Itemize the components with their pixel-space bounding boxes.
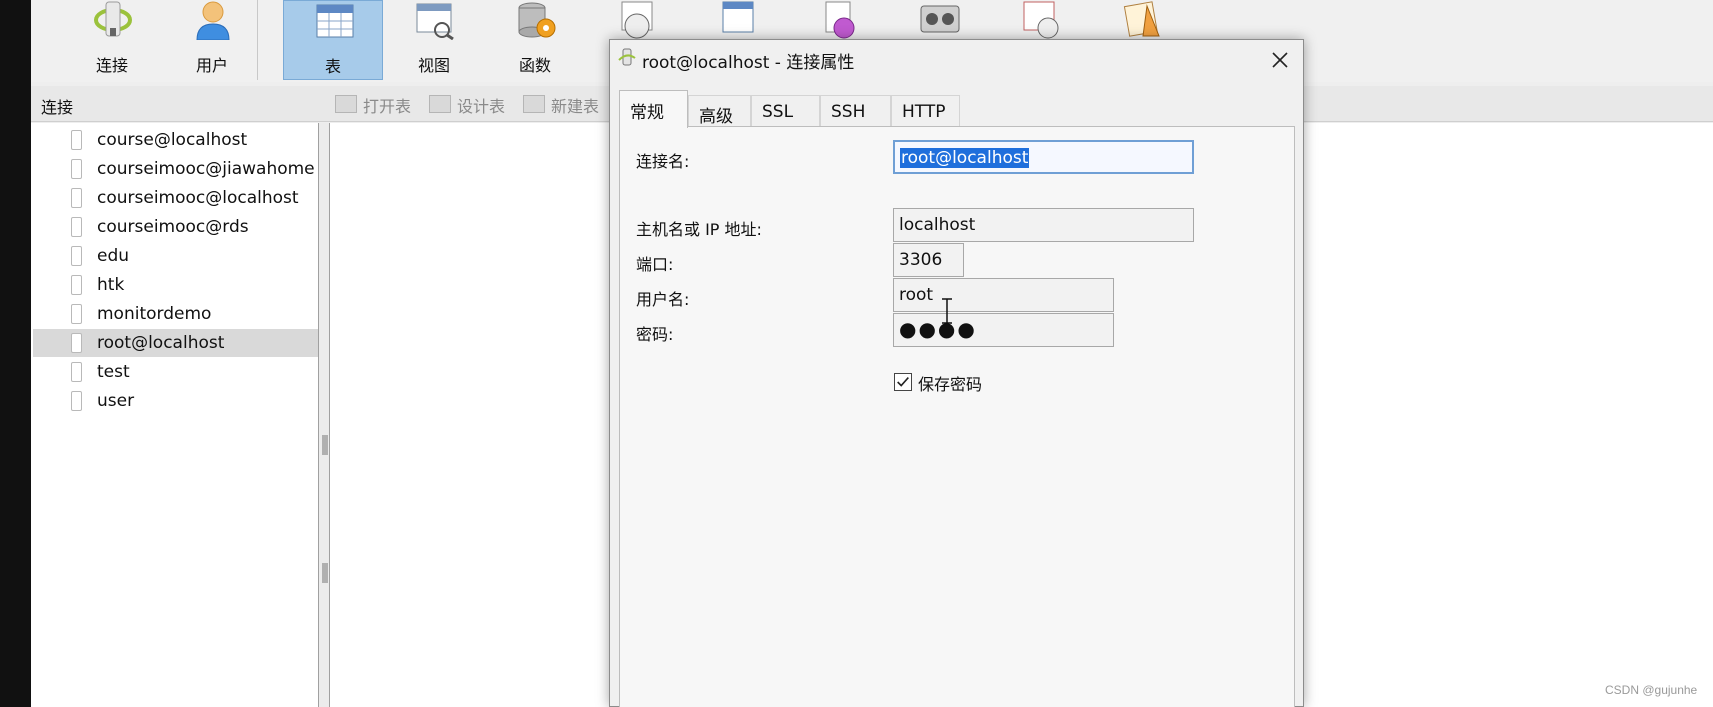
connection-label: root@localhost <box>97 333 225 353</box>
connection-label: courseimooc@rds <box>97 217 249 237</box>
close-icon[interactable] <box>1266 46 1294 74</box>
save-password-checkbox[interactable] <box>894 373 912 391</box>
host-input[interactable]: localhost <box>893 208 1194 242</box>
connection-name-label: 连接名: <box>636 152 690 171</box>
connection-item-selected[interactable]: root@localhost <box>33 329 318 357</box>
splitter-grip-top[interactable] <box>322 435 328 455</box>
connection-properties-dialog: root@localhost - 连接属性 常规 高级 SSL SSH HTTP… <box>609 39 1304 707</box>
backup-tape-icon <box>920 5 960 33</box>
function-label: 函数 <box>518 56 551 75</box>
model-diagram-icon <box>1123 1 1160 37</box>
connection-label: courseimooc@jiawahome <box>97 159 315 179</box>
username-label: 用户名: <box>636 290 690 309</box>
connection-label: user <box>97 391 135 411</box>
connect-button[interactable]: 连接 <box>62 0 162 80</box>
connection-item[interactable]: courseimooc@localhost <box>33 184 318 212</box>
connection-item[interactable]: htk <box>33 271 318 299</box>
connection-label: courseimooc@localhost <box>97 188 299 208</box>
connection-item[interactable]: courseimooc@rds <box>33 213 318 241</box>
tab-advanced[interactable]: 高级 <box>688 95 751 128</box>
password-label: 密码: <box>636 325 674 344</box>
watermark: CSDN @gujunhe <box>1605 683 1698 697</box>
database-icon <box>71 188 82 208</box>
password-input[interactable]: ●●●● <box>893 313 1114 347</box>
calendar-clock-icon <box>621 1 653 39</box>
connection-label: htk <box>97 275 125 295</box>
function-button[interactable]: 函数 <box>485 0 585 80</box>
new-table-icon <box>523 95 545 113</box>
connect-label: 连接 <box>95 56 128 75</box>
tab-ssl[interactable]: SSL <box>751 95 820 128</box>
tab-general[interactable]: 常规 <box>619 90 688 128</box>
database-icon <box>71 217 82 237</box>
database-icon <box>71 159 82 179</box>
tab-ssh[interactable]: SSH <box>820 95 891 128</box>
open-table-label: 打开表 <box>363 97 412 116</box>
connection-name-input[interactable]: root@localhost <box>893 140 1194 174</box>
view-button[interactable]: 视图 <box>384 0 484 80</box>
function-db-gear-icon <box>518 2 556 38</box>
connection-item[interactable]: course@localhost <box>33 126 318 154</box>
schedule-calendar-icon <box>1023 1 1059 39</box>
user-icon <box>196 1 230 40</box>
table-button[interactable]: 表 <box>283 0 383 80</box>
connection-label: course@localhost <box>97 130 248 150</box>
connection-item[interactable]: edu <box>33 242 318 270</box>
dialog-title: root@localhost - 连接属性 <box>642 53 855 73</box>
connection-tree: course@localhost courseimooc@jiawahome c… <box>31 123 319 707</box>
connection-label: test <box>97 362 130 382</box>
save-password-label: 保存密码 <box>918 375 983 394</box>
host-label: 主机名或 IP 地址: <box>636 220 762 239</box>
tab-http[interactable]: HTTP <box>891 95 960 128</box>
report-chart-icon <box>825 1 855 39</box>
connection-label: monitordemo <box>97 304 212 324</box>
design-table-icon <box>429 95 451 113</box>
connection-item[interactable]: test <box>33 358 318 386</box>
connection-plug-icon <box>618 48 636 66</box>
database-icon <box>71 275 82 295</box>
table-icon <box>316 4 354 38</box>
connection-item[interactable]: monitordemo <box>33 300 318 328</box>
design-table-label: 设计表 <box>457 97 506 116</box>
connection-label: edu <box>97 246 130 266</box>
port-input[interactable]: 3306 <box>893 243 964 277</box>
connection-name-value: root@localhost <box>900 148 1030 168</box>
database-icon <box>71 333 82 353</box>
query-table-icon <box>722 1 754 33</box>
user-label: 用户 <box>195 56 228 75</box>
text-cursor-icon <box>942 298 952 324</box>
connections-header: 连接 <box>41 98 74 117</box>
open-table-icon <box>335 95 357 113</box>
database-icon <box>71 246 82 266</box>
view-label: 视图 <box>417 56 450 75</box>
database-icon <box>71 304 82 324</box>
connection-item[interactable]: courseimooc@jiawahome <box>33 155 318 183</box>
database-icon <box>71 362 82 382</box>
connection-item[interactable]: user <box>33 387 318 415</box>
port-label: 端口: <box>636 255 674 274</box>
view-icon <box>416 3 454 40</box>
splitter-grip-bottom[interactable] <box>322 563 328 583</box>
table-label: 表 <box>324 57 341 76</box>
toolbar-separator <box>257 0 258 80</box>
username-input[interactable]: root <box>893 278 1114 312</box>
general-tab-panel: 连接名: root@localhost 主机名或 IP 地址: localhos… <box>619 126 1295 707</box>
password-dots: ●●●● <box>899 317 977 341</box>
connect-plug-icon <box>94 1 132 37</box>
new-table-label: 新建表 <box>551 97 600 116</box>
database-icon <box>71 391 82 411</box>
database-icon <box>71 130 82 150</box>
user-button[interactable]: 用户 <box>162 0 262 80</box>
